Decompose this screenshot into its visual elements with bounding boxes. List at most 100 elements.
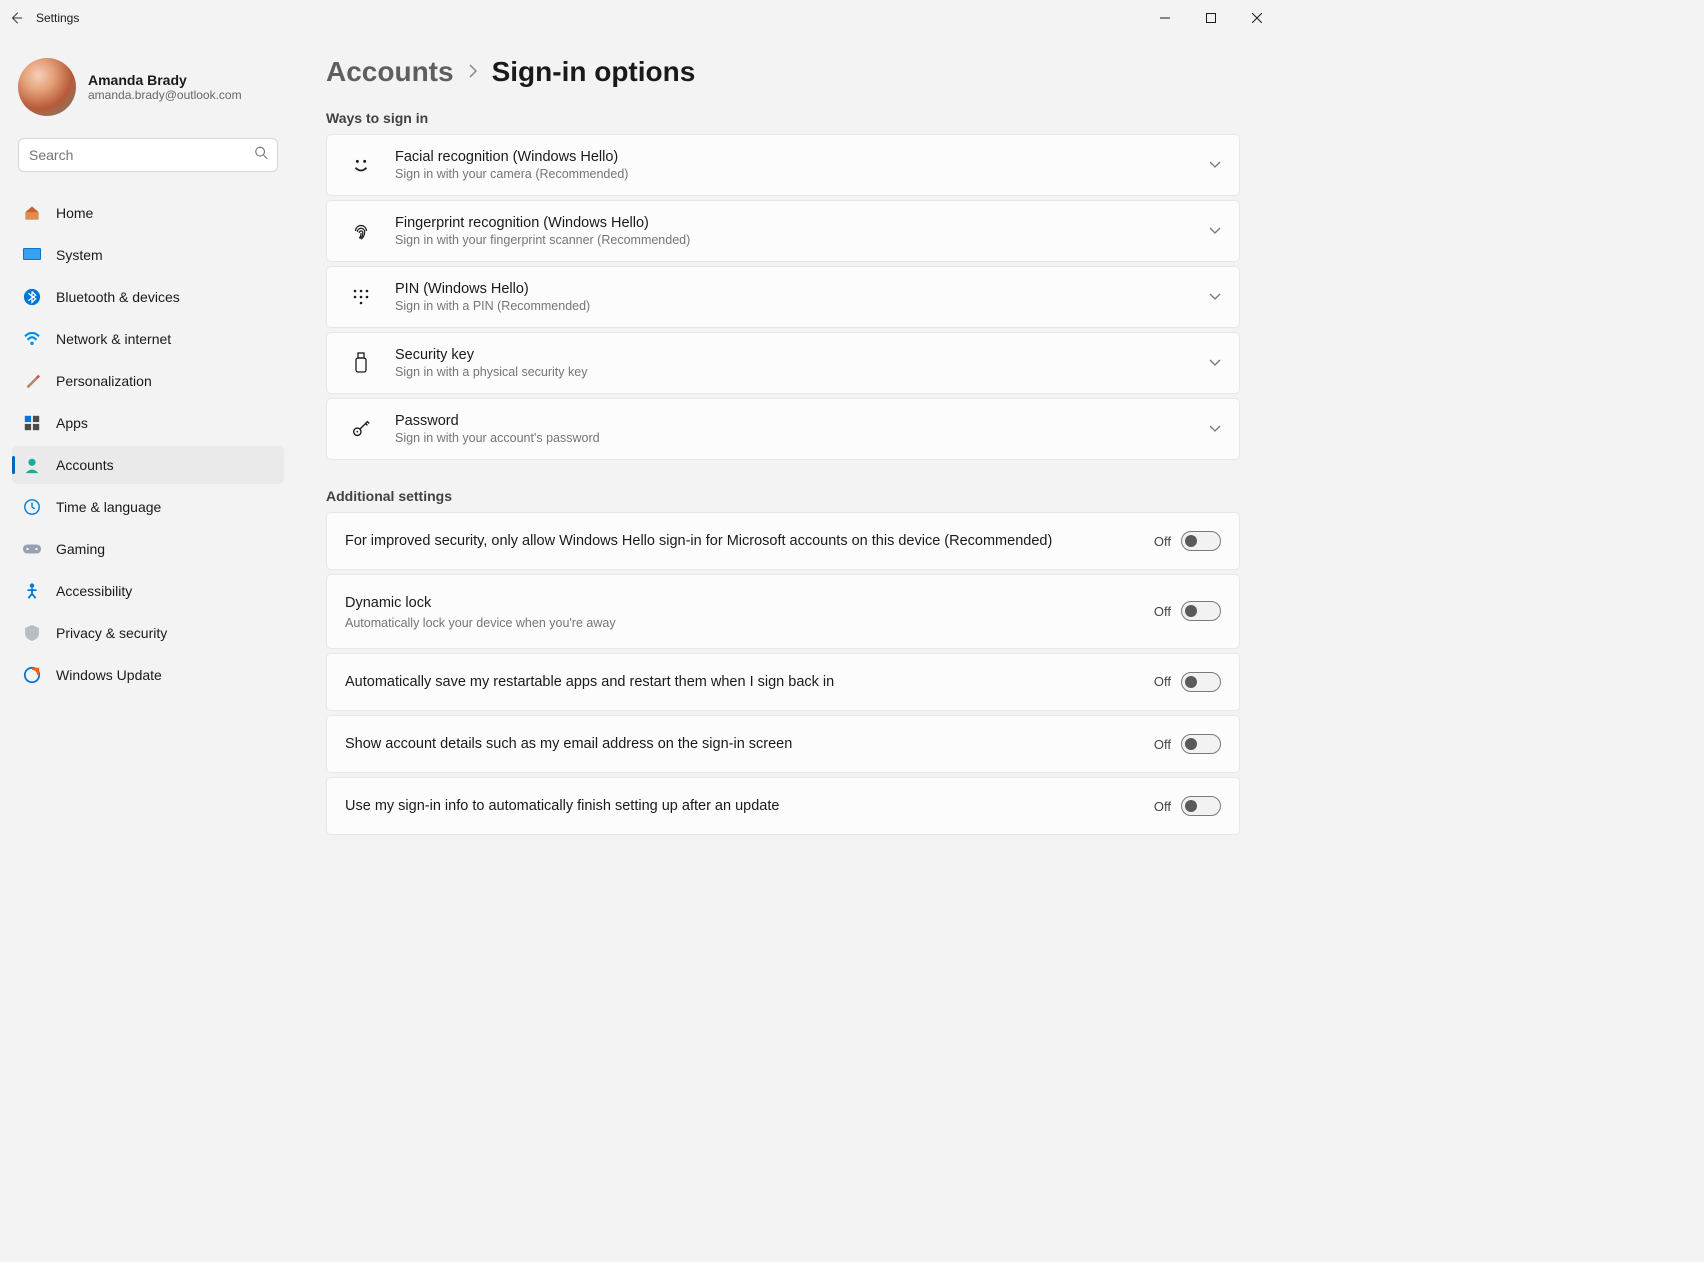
- nav-update[interactable]: Windows Update: [12, 656, 284, 694]
- signin-option-password[interactable]: Password Sign in with your account's pas…: [326, 398, 1240, 460]
- toggle-state: Off: [1154, 799, 1171, 814]
- toggle-state: Off: [1154, 604, 1171, 619]
- section-header-additional: Additional settings: [326, 488, 1240, 504]
- toggle-title: For improved security, only allow Window…: [345, 531, 1130, 551]
- content-area: Accounts Sign-in options Ways to sign in…: [290, 36, 1280, 947]
- toggle-hello-only: For improved security, only allow Window…: [326, 512, 1240, 570]
- toggle-restart-apps: Automatically save my restartable apps a…: [326, 653, 1240, 711]
- nav-label: Accessibility: [56, 583, 132, 599]
- close-button[interactable]: [1234, 0, 1280, 36]
- gamepad-icon: [22, 539, 42, 559]
- card-subtitle: Sign in with a physical security key: [395, 365, 1209, 379]
- card-subtitle: Sign in with a PIN (Recommended): [395, 299, 1209, 313]
- toggle-switch[interactable]: [1181, 734, 1221, 754]
- maximize-button[interactable]: [1188, 0, 1234, 36]
- nav-bluetooth[interactable]: Bluetooth & devices: [12, 278, 284, 316]
- nav-privacy[interactable]: Privacy & security: [12, 614, 284, 652]
- toggle-title: Dynamic lock: [345, 593, 1130, 613]
- nav-system[interactable]: System: [12, 236, 284, 274]
- back-button[interactable]: [8, 10, 24, 26]
- nav-gaming[interactable]: Gaming: [12, 530, 284, 568]
- pin-icon: [345, 287, 377, 307]
- nav-accounts[interactable]: Accounts: [12, 446, 284, 484]
- nav-label: Network & internet: [56, 331, 171, 347]
- search-input[interactable]: [18, 138, 278, 172]
- update-icon: [22, 665, 42, 685]
- titlebar: Settings: [0, 0, 1280, 36]
- shield-icon: [22, 623, 42, 643]
- window-title: Settings: [36, 11, 79, 25]
- card-title: Facial recognition (Windows Hello): [395, 149, 1209, 165]
- minimize-button[interactable]: [1142, 0, 1188, 36]
- toggle-title: Automatically save my restartable apps a…: [345, 672, 1130, 692]
- face-icon: [345, 154, 377, 176]
- card-title: Password: [395, 413, 1209, 429]
- usb-key-icon: [345, 352, 377, 374]
- brush-icon: [22, 371, 42, 391]
- signin-option-pin[interactable]: PIN (Windows Hello) Sign in with a PIN (…: [326, 266, 1240, 328]
- toggle-auto-finish-setup: Use my sign-in info to automatically fin…: [326, 777, 1240, 835]
- fingerprint-icon: [345, 220, 377, 242]
- toggle-title: Show account details such as my email ad…: [345, 734, 1130, 754]
- wifi-icon: [22, 329, 42, 349]
- nav-label: Apps: [56, 415, 88, 431]
- toggle-state: Off: [1154, 534, 1171, 549]
- nav-label: Accounts: [56, 457, 114, 473]
- home-icon: [22, 203, 42, 223]
- toggle-switch[interactable]: [1181, 672, 1221, 692]
- nav-personalization[interactable]: Personalization: [12, 362, 284, 400]
- card-subtitle: Sign in with your fingerprint scanner (R…: [395, 233, 1209, 247]
- nav-network[interactable]: Network & internet: [12, 320, 284, 358]
- breadcrumb: Accounts Sign-in options: [326, 56, 1240, 88]
- section-header-ways: Ways to sign in: [326, 110, 1240, 126]
- key-icon: [345, 418, 377, 440]
- chevron-down-icon: [1209, 156, 1221, 174]
- toggle-state: Off: [1154, 674, 1171, 689]
- toggle-dynamic-lock: Dynamic lock Automatically lock your dev…: [326, 574, 1240, 648]
- avatar: [18, 58, 76, 116]
- search-icon: [254, 146, 268, 165]
- toggle-show-details: Show account details such as my email ad…: [326, 715, 1240, 773]
- nav-label: Home: [56, 205, 93, 221]
- toggle-switch[interactable]: [1181, 601, 1221, 621]
- nav-time[interactable]: Time & language: [12, 488, 284, 526]
- signin-option-face[interactable]: Facial recognition (Windows Hello) Sign …: [326, 134, 1240, 196]
- toggle-switch[interactable]: [1181, 796, 1221, 816]
- profile-name: Amanda Brady: [88, 72, 242, 88]
- person-icon: [22, 455, 42, 475]
- clock-icon: [22, 497, 42, 517]
- nav-label: Windows Update: [56, 667, 162, 683]
- chevron-down-icon: [1209, 288, 1221, 306]
- toggle-title: Use my sign-in info to automatically fin…: [345, 796, 1130, 816]
- toggle-switch[interactable]: [1181, 531, 1221, 551]
- breadcrumb-parent[interactable]: Accounts: [326, 56, 454, 88]
- nav-label: Gaming: [56, 541, 105, 557]
- nav-label: Personalization: [56, 373, 152, 389]
- chevron-right-icon: [468, 64, 478, 81]
- sidebar: Amanda Brady amanda.brady@outlook.com Ho…: [0, 36, 290, 947]
- page-title: Sign-in options: [492, 56, 696, 88]
- nav-accessibility[interactable]: Accessibility: [12, 572, 284, 610]
- profile-block[interactable]: Amanda Brady amanda.brady@outlook.com: [12, 44, 284, 138]
- nav-label: Time & language: [56, 499, 161, 515]
- card-subtitle: Sign in with your camera (Recommended): [395, 167, 1209, 181]
- nav-label: Bluetooth & devices: [56, 289, 180, 305]
- nav-label: System: [56, 247, 103, 263]
- chevron-down-icon: [1209, 222, 1221, 240]
- card-title: PIN (Windows Hello): [395, 281, 1209, 297]
- nav-apps[interactable]: Apps: [12, 404, 284, 442]
- profile-email: amanda.brady@outlook.com: [88, 88, 242, 102]
- signin-option-fingerprint[interactable]: Fingerprint recognition (Windows Hello) …: [326, 200, 1240, 262]
- apps-icon: [22, 413, 42, 433]
- toggle-state: Off: [1154, 737, 1171, 752]
- signin-option-security-key[interactable]: Security key Sign in with a physical sec…: [326, 332, 1240, 394]
- chevron-down-icon: [1209, 354, 1221, 372]
- nav-label: Privacy & security: [56, 625, 167, 641]
- system-icon: [22, 245, 42, 265]
- card-title: Security key: [395, 347, 1209, 363]
- toggle-subtitle: Automatically lock your device when you'…: [345, 616, 1130, 630]
- accessibility-icon: [22, 581, 42, 601]
- card-title: Fingerprint recognition (Windows Hello): [395, 215, 1209, 231]
- nav-home[interactable]: Home: [12, 194, 284, 232]
- chevron-down-icon: [1209, 420, 1221, 438]
